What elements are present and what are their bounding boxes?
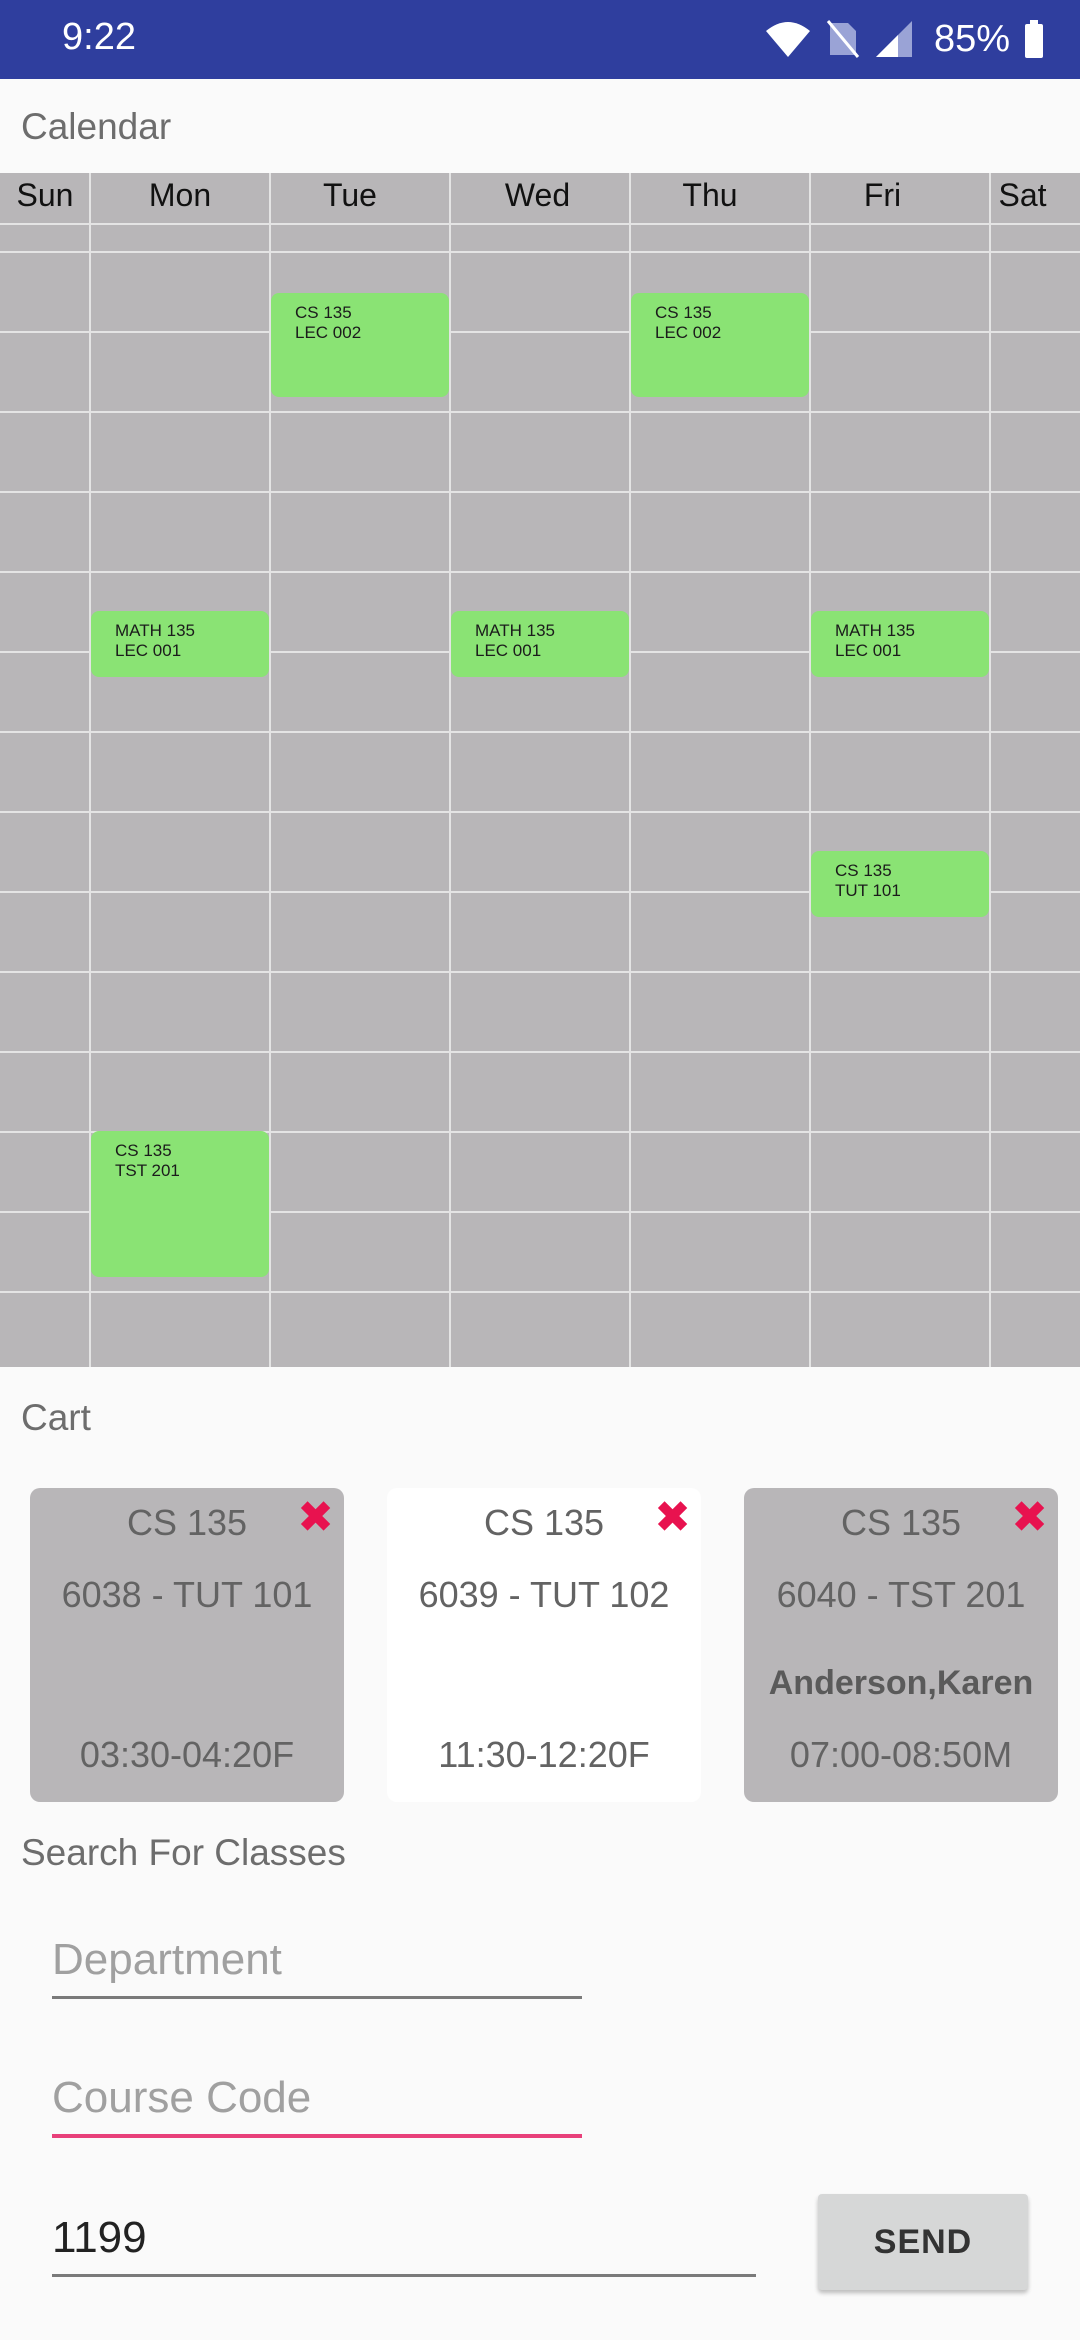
event-section: TUT 101 (835, 881, 901, 900)
cart-item-section: 6039 - TUT 102 (418, 1574, 670, 1615)
calendar-event[interactable]: CS 135 TST 201 (91, 1131, 269, 1277)
battery-icon (1025, 20, 1043, 58)
event-section: LEC 002 (655, 323, 722, 342)
no-sim-icon (826, 20, 860, 58)
day-header-mon: Mon (148, 177, 212, 213)
grid-line (0, 251, 1080, 253)
calendar-event[interactable]: CS 135 TUT 101 (811, 851, 989, 917)
day-header-sun: Sun (16, 177, 74, 213)
status-bar: 9:22 85% (0, 0, 1080, 79)
status-icons: 85% (764, 14, 1044, 64)
close-icon[interactable]: ✖ (654, 1496, 691, 1540)
send-button[interactable]: SEND (818, 2194, 1028, 2290)
close-icon[interactable]: ✖ (1011, 1496, 1048, 1540)
cart-item[interactable]: CS 135 ✖ 6040 - TST 201 Anderson,Karen 0… (744, 1488, 1058, 1802)
status-time: 9:22 (62, 16, 136, 58)
cart-label: Cart (21, 1397, 91, 1438)
department-underline (52, 1996, 582, 1999)
event-course: MATH 135 (475, 621, 555, 640)
cart-item[interactable]: CS 135 ✖ 6039 - TUT 102 11:30-12:20F (387, 1488, 701, 1802)
calendar-event[interactable]: MATH 135 LEC 001 (91, 611, 269, 677)
grid-line (0, 411, 1080, 413)
event-course: CS 135 (295, 303, 352, 322)
cart-item-instructor: Anderson,Karen (768, 1664, 1034, 1702)
grid-line (0, 1051, 1080, 1053)
cart-item-section: 6038 - TUT 101 (61, 1574, 313, 1615)
event-section: TST 201 (115, 1161, 180, 1180)
grid-line (0, 331, 1080, 333)
grid-line (0, 223, 1080, 225)
event-section: LEC 002 (295, 323, 362, 342)
course-code-underline (52, 2134, 582, 2138)
grid-line (809, 173, 811, 1367)
event-course: CS 135 (655, 303, 712, 322)
event-course: CS 135 (835, 861, 892, 880)
course-code-field[interactable] (52, 2058, 582, 2138)
calendar-event[interactable]: MATH 135 LEC 001 (811, 611, 989, 677)
course-code-input[interactable] (52, 2058, 582, 2138)
grid-line (0, 971, 1080, 973)
close-icon[interactable]: ✖ (297, 1496, 334, 1540)
event-section: LEC 001 (475, 641, 542, 660)
grid-line (0, 731, 1080, 733)
day-header-sat: Sat (998, 177, 1047, 213)
battery-percentage: 85% (933, 17, 1010, 60)
grid-line (0, 811, 1080, 813)
cart-item-section: 6040 - TST 201 (776, 1574, 1026, 1615)
grid-line (0, 491, 1080, 493)
grid-line (0, 1291, 1080, 1293)
calendar-label: Calendar (21, 106, 172, 147)
event-course: MATH 135 (115, 621, 195, 640)
signal-icon (875, 21, 912, 57)
department-field[interactable] (52, 1920, 582, 2000)
class-number-input[interactable] (52, 2198, 756, 2278)
day-header-fri: Fri (863, 177, 902, 213)
day-header-wed: Wed (504, 177, 571, 213)
day-header-tue: Tue (323, 177, 377, 213)
class-number-underline (52, 2274, 756, 2277)
wifi-icon (765, 22, 810, 57)
calendar-event[interactable]: CS 135 LEC 002 (631, 293, 809, 397)
day-header-thu: Thu (682, 177, 738, 213)
calendar-event[interactable]: MATH 135 LEC 001 (451, 611, 629, 677)
grid-line (0, 571, 1080, 573)
event-section: LEC 001 (835, 641, 902, 660)
event-course: CS 135 (115, 1141, 172, 1160)
cart-item[interactable]: CS 135 ✖ 6038 - TUT 101 03:30-04:20F (30, 1488, 344, 1802)
department-input[interactable] (52, 1920, 582, 2000)
grid-line (989, 173, 991, 1367)
search-label: Search For Classes (21, 1832, 346, 1873)
cart-item-time: 03:30-04:20F (79, 1734, 295, 1775)
cart-item-time: 11:30-12:20F (438, 1734, 650, 1775)
weekly-calendar: Sun Mon Tue Wed Thu Fri Sat CS 135 LEC 0… (0, 173, 1080, 1367)
event-section: LEC 001 (115, 641, 182, 660)
cart-item-time: 07:00-08:50M (789, 1734, 1013, 1775)
grid-line (449, 173, 451, 1367)
calendar-event[interactable]: CS 135 LEC 002 (271, 293, 449, 397)
class-number-field[interactable] (52, 2198, 756, 2278)
event-course: MATH 135 (835, 621, 915, 640)
